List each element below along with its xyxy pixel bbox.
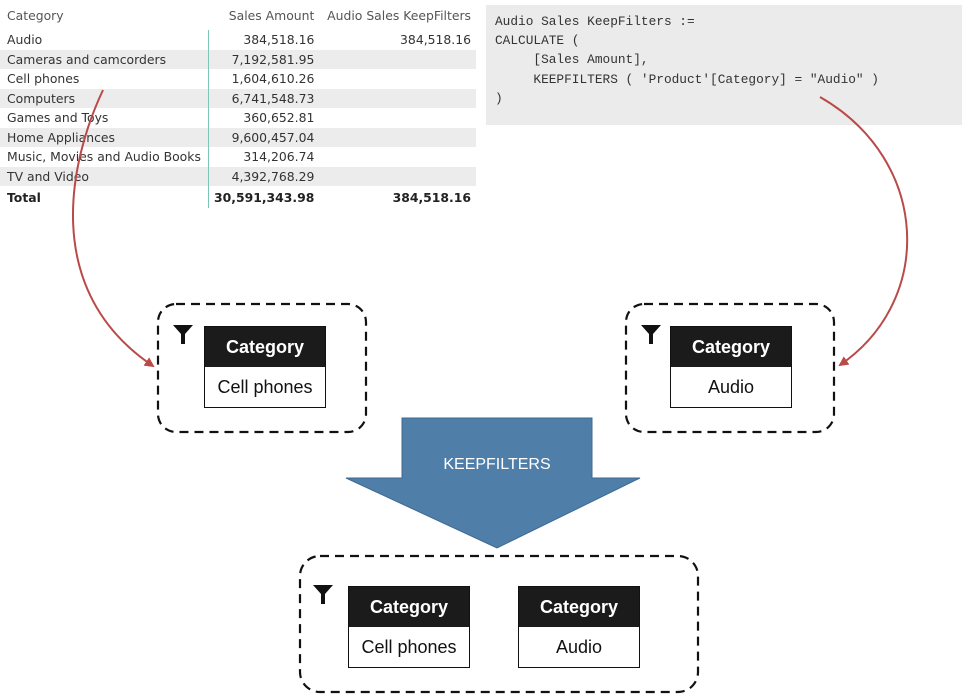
funnel-icon bbox=[313, 585, 333, 604]
result-filter-cellphones: Category Cell phones bbox=[348, 586, 470, 668]
filter-header: Category bbox=[519, 587, 639, 627]
funnel-icon bbox=[173, 325, 193, 344]
filter-value: Audio bbox=[707, 376, 755, 397]
connector-cellphones-curve bbox=[72, 89, 155, 368]
filter-header: Category bbox=[671, 327, 791, 367]
filter-audio: Category Audio bbox=[670, 326, 792, 408]
filter-header: Category bbox=[205, 327, 325, 367]
filter-value: Cell phones bbox=[217, 376, 313, 397]
filter-value: Audio bbox=[555, 636, 603, 657]
filter-cellphones: Category Cell phones bbox=[204, 326, 326, 408]
keepfilters-label: KEEPFILTERS bbox=[443, 456, 551, 473]
result-filter-audio: Category Audio bbox=[518, 586, 640, 668]
keepfilters-arrow bbox=[345, 417, 641, 549]
diagram-shapes bbox=[72, 89, 909, 694]
filter-header: Category bbox=[349, 587, 469, 627]
filter-value: Cell phones bbox=[361, 636, 457, 657]
funnel-icon bbox=[641, 325, 661, 344]
